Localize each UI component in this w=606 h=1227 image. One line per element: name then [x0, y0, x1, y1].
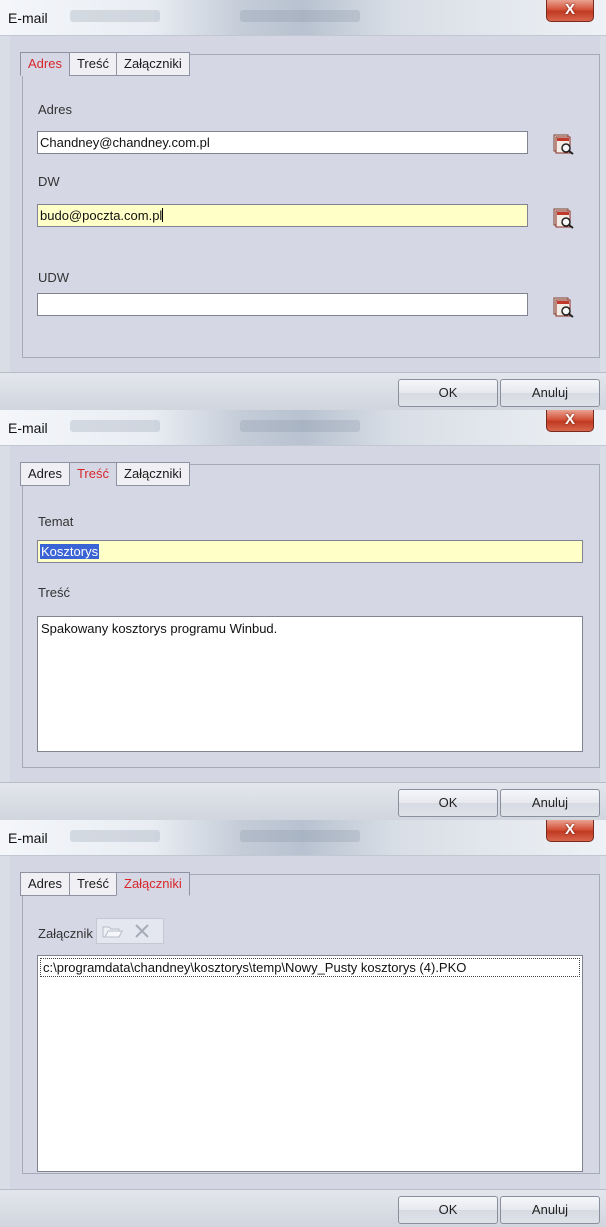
tab-tresc[interactable]: Treść — [68, 872, 116, 896]
tab-tresc[interactable]: Treść — [68, 52, 116, 76]
subject-input[interactable]: Kosztorys — [37, 540, 583, 563]
button-bar: OK Anuluj — [0, 782, 606, 820]
tab-strip: Adres Treść Załączniki — [20, 462, 190, 486]
close-icon: X — [564, 821, 575, 838]
close-button[interactable]: X — [546, 820, 594, 842]
tab-strip: Adres Treść Załączniki — [20, 52, 190, 76]
list-item[interactable]: c:\programdata\chandney\kosztorys\temp\N… — [40, 958, 580, 977]
button-bar: OK Anuluj — [0, 1189, 606, 1227]
window-title: E-mail — [8, 10, 48, 26]
title-bar: E-mail X — [0, 410, 606, 446]
bcc-label: UDW — [38, 270, 70, 285]
window-title: E-mail — [8, 830, 48, 846]
button-bar: OK Anuluj — [0, 372, 606, 410]
title-bar-reflection — [240, 10, 360, 22]
address-book-icon[interactable] — [552, 295, 576, 319]
address-input[interactable]: Chandney@chandney.com.pl — [37, 131, 528, 154]
subject-label: Temat — [38, 514, 74, 529]
cancel-button[interactable]: Anuluj — [500, 379, 600, 407]
email-dialog-attachments: E-mail X Adres Treść Załączniki Załączni… — [0, 820, 606, 1227]
title-bar: E-mail X — [0, 820, 606, 856]
title-bar-reflection — [240, 420, 360, 432]
address-label: Adres — [38, 102, 72, 117]
tab-strip: Adres Treść Załączniki — [20, 872, 190, 896]
body-textarea[interactable]: Spakowany kosztorys programu Winbud. — [37, 616, 583, 752]
tab-adres[interactable]: Adres — [20, 462, 69, 486]
cc-input[interactable]: budo@poczta.com.pl — [37, 204, 528, 227]
bcc-input[interactable] — [37, 293, 528, 316]
tab-zalaczniki[interactable]: Załączniki — [116, 462, 190, 486]
tab-adres[interactable]: Adres — [20, 872, 69, 896]
ok-button[interactable]: OK — [398, 379, 498, 407]
address-book-icon[interactable] — [552, 132, 576, 156]
tab-zalaczniki[interactable]: Załączniki — [116, 872, 190, 896]
title-bar-reflection — [70, 830, 160, 842]
attachments-toolbar — [96, 918, 164, 944]
close-icon: X — [564, 1, 575, 18]
tab-zalaczniki[interactable]: Załączniki — [116, 52, 190, 76]
email-dialog-address: E-mail X Adres Treść Załączniki Adres Ch… — [0, 0, 606, 410]
close-icon: X — [564, 411, 575, 428]
attachments-label: Załącznik — [38, 926, 93, 941]
title-bar: E-mail X — [0, 0, 606, 36]
selected-text: Kosztorys — [40, 544, 100, 559]
window-title: E-mail — [8, 420, 48, 436]
title-bar-reflection — [70, 10, 160, 22]
address-book-icon[interactable] — [552, 206, 576, 230]
email-dialog-body: E-mail X Adres Treść Załączniki Temat Ko… — [0, 410, 606, 820]
cc-label: DW — [38, 174, 60, 189]
ok-button[interactable]: OK — [398, 789, 498, 817]
title-bar-reflection — [70, 420, 160, 432]
open-folder-icon[interactable] — [97, 920, 127, 942]
close-button[interactable]: X — [546, 0, 594, 22]
attachments-list[interactable]: c:\programdata\chandney\kosztorys\temp\N… — [37, 955, 583, 1172]
delete-x-icon[interactable] — [127, 920, 157, 942]
tab-adres[interactable]: Adres — [20, 52, 69, 76]
ok-button[interactable]: OK — [398, 1196, 498, 1224]
cancel-button[interactable]: Anuluj — [500, 789, 600, 817]
text-caret — [162, 208, 164, 222]
title-bar-reflection — [240, 830, 360, 842]
close-button[interactable]: X — [546, 410, 594, 432]
cancel-button[interactable]: Anuluj — [500, 1196, 600, 1224]
tab-tresc[interactable]: Treść — [68, 462, 116, 486]
body-label: Treść — [38, 585, 71, 600]
